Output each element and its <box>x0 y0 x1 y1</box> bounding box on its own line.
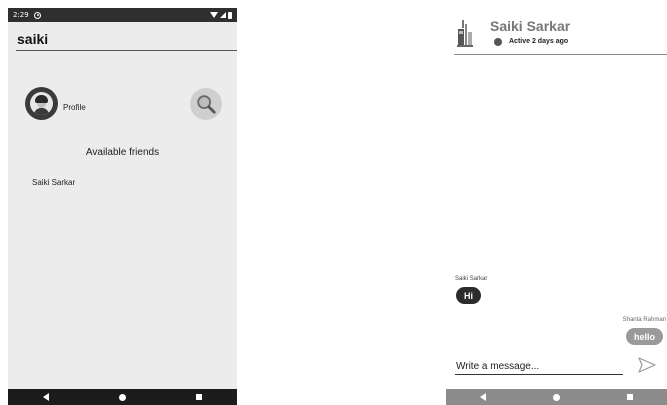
avatar-icon <box>30 92 53 115</box>
signal-icon <box>220 12 226 18</box>
search-input[interactable]: saiki <box>17 31 48 47</box>
incoming-message-bubble: Hi <box>456 287 481 304</box>
chat-contact-name: Saiki Sarkar <box>490 18 571 34</box>
available-friends-title: Available friends <box>85 147 160 158</box>
wifi-icon <box>210 12 218 18</box>
message-sender: Saiki Sarkar <box>455 276 488 282</box>
notification-icon <box>33 11 41 19</box>
message-sender: Shanta Rahman <box>622 317 666 323</box>
header-divider <box>454 54 667 55</box>
status-time: 2:29 <box>13 11 29 19</box>
recent-apps-icon[interactable] <box>196 394 202 400</box>
status-icons <box>210 11 232 19</box>
presence-status: Active 2 days ago <box>509 38 569 45</box>
search-icon <box>197 95 216 114</box>
profile-label[interactable]: Profile <box>63 103 86 112</box>
back-icon[interactable] <box>43 393 49 401</box>
home-icon[interactable] <box>119 393 126 401</box>
navigation-bar <box>8 389 237 405</box>
home-icon[interactable] <box>552 393 560 401</box>
recent-apps-icon[interactable] <box>627 394 634 400</box>
friend-list-item[interactable]: Saiki Sarkar <box>32 178 75 187</box>
chat-avatar <box>457 20 473 47</box>
outgoing-message-bubble: hello <box>626 328 664 345</box>
search-button[interactable] <box>190 88 222 120</box>
status-bar: 2:29 <box>8 8 237 22</box>
friend-search-screen: 2:29 saiki Profile Available friends Sai… <box>8 8 237 405</box>
navigation-bar <box>446 389 667 405</box>
back-icon[interactable] <box>479 393 486 401</box>
chat-screen: Saiki Sarkar Active 2 days ago Saiki Sar… <box>446 8 667 405</box>
presence-indicator <box>494 38 502 46</box>
profile-avatar[interactable] <box>25 87 58 120</box>
message-input[interactable] <box>455 359 623 375</box>
battery-icon <box>228 11 232 19</box>
search-input-underline <box>16 50 237 51</box>
send-icon[interactable] <box>638 357 656 373</box>
